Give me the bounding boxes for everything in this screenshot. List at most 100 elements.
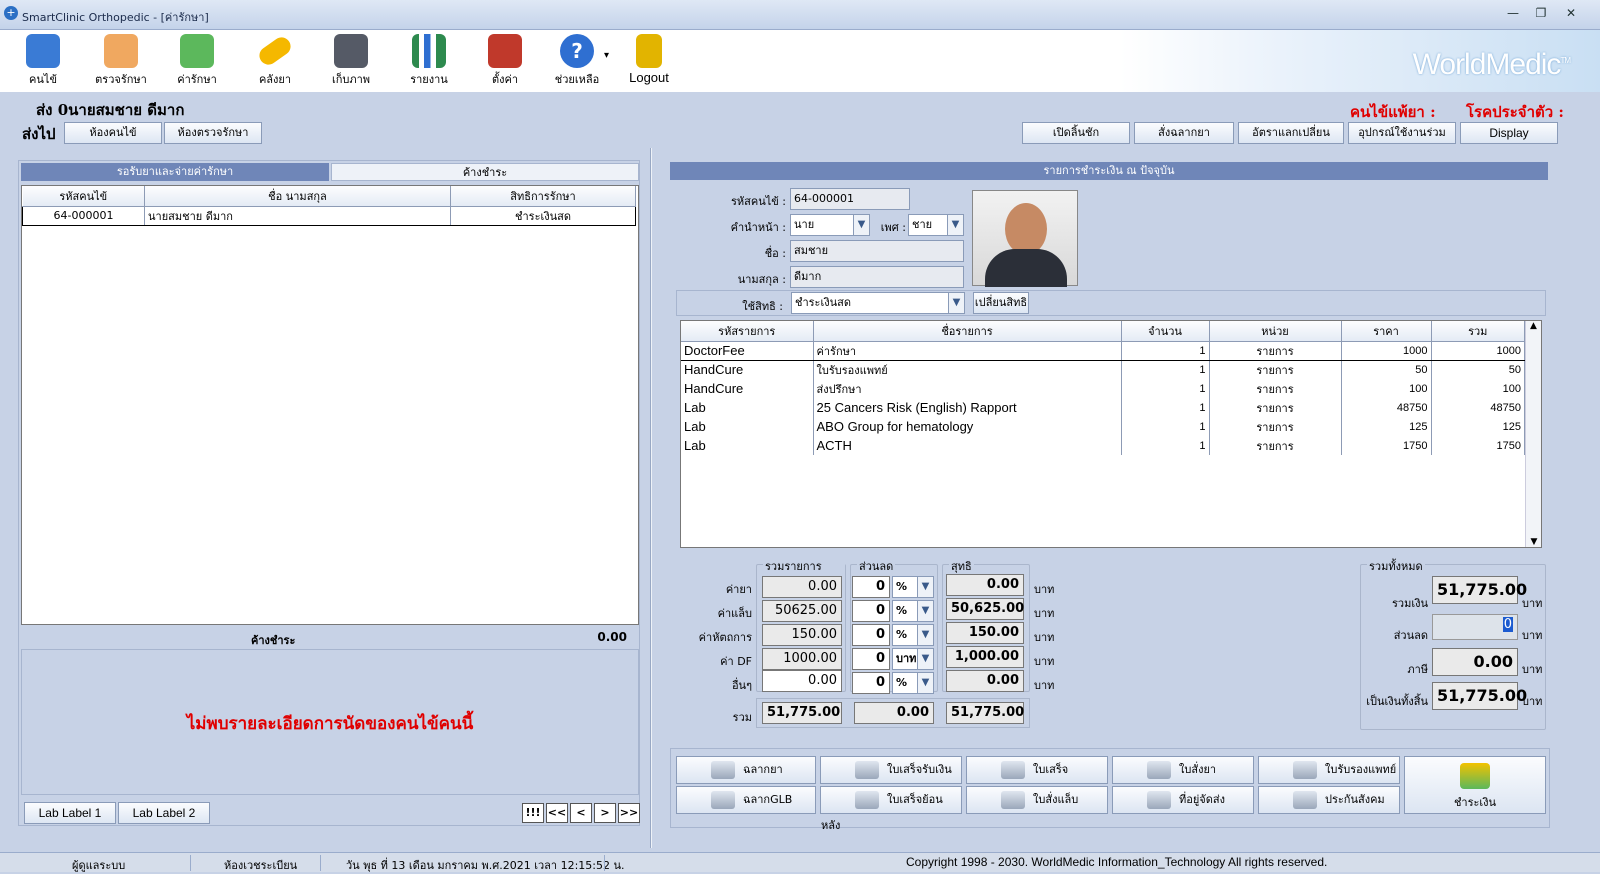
bar-chart-icon xyxy=(412,34,446,68)
col-total[interactable]: รวม xyxy=(1431,321,1525,342)
items-scrollbar[interactable]: ▲ ▼ xyxy=(1525,321,1541,547)
chevron-down-icon: ▼ xyxy=(917,577,933,597)
hn-field[interactable]: 64-000001 xyxy=(790,188,910,210)
toolbar-billing-button[interactable]: ค่ารักษา xyxy=(166,34,228,90)
close-button[interactable]: ✕ xyxy=(1560,6,1582,22)
drug-label-button[interactable]: สั่งฉลากยา xyxy=(1134,122,1234,144)
minimize-button[interactable]: — xyxy=(1502,6,1524,22)
printer-icon xyxy=(1001,761,1025,779)
itemized-receipt-button[interactable]: ใบเสร็จแจกแจง xyxy=(966,756,1108,802)
printer-icon xyxy=(1147,761,1171,779)
drug-discount-unit[interactable]: % ▼ xyxy=(892,576,934,598)
disease-alert: โรคประจำตัว : xyxy=(1466,103,1564,121)
nav-last-button[interactable]: >> xyxy=(618,803,640,823)
df-discount-unit[interactable]: บาท ▼ xyxy=(892,648,934,670)
df-discount-input[interactable]: 0 xyxy=(852,648,890,670)
nav-prev-button[interactable]: < xyxy=(570,803,592,823)
chevron-down-icon[interactable]: ▼ xyxy=(1526,537,1542,547)
chevron-down-icon: ▼ xyxy=(917,649,933,669)
restore-button[interactable]: ❐ xyxy=(1530,6,1552,22)
lock-icon xyxy=(636,34,662,68)
toolbar-photo-button[interactable]: เก็บภาพ xyxy=(320,34,382,90)
fname-field[interactable]: สมชาย xyxy=(790,240,964,262)
pay-button[interactable]: ชำระเงิน xyxy=(1404,756,1546,814)
grand-net: 51,775.00 xyxy=(1432,682,1527,710)
toolbar-patient-button[interactable]: คนไข้ xyxy=(12,34,74,90)
title-bar: + SmartClinic Orthopedic - [ค่ารักษา] — … xyxy=(0,0,1600,30)
procedure-net: 150.00 xyxy=(946,622,1024,644)
col-unit[interactable]: หน่วย xyxy=(1209,321,1342,342)
toolbar-logout-button[interactable]: Logout xyxy=(618,34,680,90)
prescription-print-button[interactable]: ใบสั่งยา xyxy=(1112,756,1254,784)
toolbar-report-button[interactable]: รายงาน xyxy=(398,34,460,90)
col-item-name[interactable]: ชื่อรายการ xyxy=(813,321,1122,342)
drug-label-print-button[interactable]: ฉลากยา xyxy=(676,756,816,784)
lab-order-button[interactable]: ใบสั่งแล็บ xyxy=(966,786,1108,814)
past-receipt-button[interactable]: ใบเสร็จย้อนหลัง xyxy=(820,786,962,832)
social-security-button[interactable]: ประกันสังคม xyxy=(1258,786,1400,814)
sex-select[interactable]: ชาย ▼ xyxy=(908,214,964,236)
toolbar-settings-button[interactable]: ตั้งค่า xyxy=(474,34,536,90)
table-row[interactable]: 64-000001 นายสมชาย ดีมาก ชำระเงินสด xyxy=(22,205,636,226)
col-code[interactable]: รหัสรายการ xyxy=(681,321,814,342)
shipping-address-button[interactable]: ที่อยู่จัดส่ง xyxy=(1112,786,1254,814)
baht-label: บาท xyxy=(1034,631,1055,644)
table-row[interactable]: Lab 25 Cancers Risk (English) Rapport 1 ราย… xyxy=(681,398,1525,417)
hn-label: รหัสคนไข้ : xyxy=(730,195,786,208)
lab-cost-label: ค่าแล็บ xyxy=(717,607,752,620)
tab-outstanding[interactable]: ค้างชำระ xyxy=(331,163,639,181)
other-discount-unit[interactable]: % ▼ xyxy=(892,672,934,694)
patient-header: ส่ง 0นายสมชาย ดีมาก xyxy=(36,101,185,119)
printer-icon xyxy=(855,791,879,809)
nav-all-button[interactable]: !!! xyxy=(522,803,544,823)
lab-net: 50,625.00 xyxy=(946,598,1024,620)
shared-device-button[interactable]: อุปกรณ์ใช้งานร่วม xyxy=(1348,122,1456,144)
medical-certificate-button[interactable]: ใบรับรองแพทย์ xyxy=(1258,756,1400,784)
procedure-discount-input[interactable]: 0 xyxy=(852,624,890,646)
drug-discount-input[interactable]: 0 xyxy=(852,576,890,598)
change-right-button[interactable]: เปลี่ยนสิทธิ xyxy=(973,292,1029,314)
procedure-discount-unit[interactable]: % ▼ xyxy=(892,624,934,646)
lab-discount-unit[interactable]: % ▼ xyxy=(892,600,934,622)
lab-label-1-button[interactable]: Lab Label 1 xyxy=(24,802,116,824)
help-dropdown-icon[interactable]: ▾ xyxy=(604,50,609,61)
table-row[interactable]: Lab ABO Group for hematology 1 รายการ 125 125 xyxy=(681,417,1525,436)
splitter[interactable] xyxy=(650,148,652,848)
baht-label: บาท xyxy=(1522,597,1543,610)
nav-next-button[interactable]: > xyxy=(594,803,616,823)
procedure-cost-amount: 150.00 xyxy=(762,624,842,646)
toolbar-pharmacy-button[interactable]: คลังยา xyxy=(244,33,306,90)
col-right[interactable]: สิทธิการรักษา xyxy=(450,186,636,207)
display-button[interactable]: Display xyxy=(1460,122,1558,144)
send-exam-room-button[interactable]: ห้องตรวจรักษา xyxy=(164,122,262,144)
tools-icon xyxy=(488,34,522,68)
prefix-select[interactable]: นาย ▼ xyxy=(790,214,870,236)
other-discount-input[interactable]: 0 xyxy=(852,672,890,694)
chevron-up-icon[interactable]: ▲ xyxy=(1526,321,1541,331)
lab-label-2-button[interactable]: Lab Label 2 xyxy=(118,802,210,824)
col-hn[interactable]: รหัสคนไข้ xyxy=(22,186,145,207)
no-appointment-message: ไม่พบรายละเอียดการนัดของคนไข้คนนี้ xyxy=(186,714,474,734)
tab-waiting[interactable]: รอรับยาและจ่ายค่ารักษา xyxy=(21,163,329,181)
col-price[interactable]: ราคา xyxy=(1341,321,1432,342)
toolbar-help-button[interactable]: ? ช่วยเหลือ xyxy=(546,34,608,90)
other-cost-input[interactable]: 0.00 xyxy=(762,670,842,692)
table-row[interactable]: DoctorFee ค่ารักษา 1 รายการ 1000 1000 xyxy=(681,340,1525,361)
toolbar-examine-button[interactable]: ตรวจรักษา xyxy=(90,34,152,90)
lname-field[interactable]: ดีมาก xyxy=(790,266,964,288)
table-row[interactable]: HandCure ใบรับรองแพทย์ 1 รายการ 50 50 xyxy=(681,360,1525,379)
lab-discount-input[interactable]: 0 xyxy=(852,600,890,622)
exchange-rate-button[interactable]: อัตราแลกเปลี่ยน xyxy=(1238,122,1344,144)
table-row[interactable]: Lab ACTH 1 รายการ 1750 1750 xyxy=(681,436,1525,455)
col-qty[interactable]: จำนวน xyxy=(1121,321,1210,342)
grand-discount-input[interactable]: 0 xyxy=(1432,614,1518,640)
nav-first-button[interactable]: << xyxy=(546,803,568,823)
right-select[interactable]: ชำระเงินสด ▼ xyxy=(791,292,965,314)
col-name[interactable]: ชื่อ นามสกุล xyxy=(144,186,451,207)
glb-label-button[interactable]: ฉลากGLB xyxy=(676,786,816,814)
send-patient-room-button[interactable]: ห้องคนไข้ xyxy=(64,122,162,144)
receipt-print-button[interactable]: ใบเสร็จรับเงิน xyxy=(820,756,962,784)
open-drawer-button[interactable]: เปิดลิ้นชัก xyxy=(1022,122,1130,144)
table-row[interactable]: HandCure ส่งปรึกษา 1 รายการ 100 100 xyxy=(681,379,1525,398)
baht-label: บาท xyxy=(1522,695,1543,708)
